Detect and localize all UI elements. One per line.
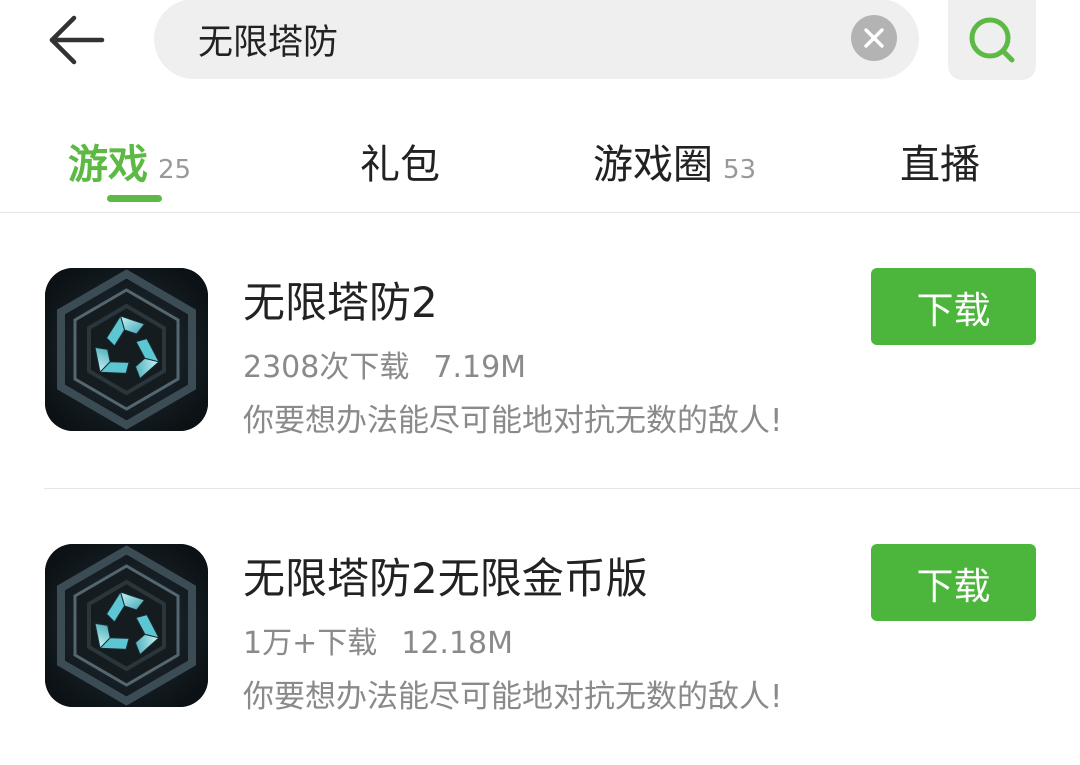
top-bar — [0, 0, 1080, 96]
tab-count: 53 — [723, 155, 757, 185]
tab-gift-packs[interactable]: 礼包 — [360, 132, 440, 204]
game-meta: 1万+下载 12.18M — [243, 618, 513, 662]
file-size: 12.18M — [401, 626, 514, 661]
tab-label: 直播 — [900, 142, 980, 188]
download-button[interactable]: 下载 — [871, 544, 1036, 621]
tab-games[interactable]: 游戏 25 — [68, 132, 191, 204]
file-size: 7.19M — [433, 350, 527, 385]
tab-label: 礼包 — [360, 142, 440, 188]
game-title: 无限塔防2 — [243, 278, 438, 327]
download-button[interactable]: 下载 — [871, 268, 1036, 345]
close-icon — [864, 28, 884, 48]
game-icon — [45, 268, 208, 431]
tab-live[interactable]: 直播 — [900, 132, 980, 204]
tab-count: 25 — [158, 155, 192, 185]
search-icon — [969, 17, 1015, 63]
game-meta: 2308次下载 7.19M — [243, 342, 526, 386]
clear-search-button[interactable] — [851, 15, 897, 61]
tab-label: 游戏圈 — [593, 142, 713, 188]
search-input[interactable] — [198, 11, 828, 67]
search-box — [154, 0, 919, 79]
download-count: 1万+下载 — [243, 626, 378, 661]
arrow-left-icon — [49, 15, 105, 65]
tab-game-circle[interactable]: 游戏圈 53 — [593, 132, 756, 204]
search-button[interactable] — [948, 0, 1036, 80]
download-count: 2308次下载 — [243, 350, 410, 385]
game-description: 你要想办法能尽可能地对抗无数的敌人! — [243, 403, 783, 439]
game-list-item[interactable]: 无限塔防2无限金币版 1万+下载 12.18M 你要想办法能尽可能地对抗无数的敌人… — [0, 489, 1080, 765]
game-icon — [45, 544, 208, 707]
game-title: 无限塔防2无限金币版 — [243, 554, 648, 603]
back-button[interactable] — [34, 2, 118, 78]
game-list-item[interactable]: 无限塔防2 2308次下载 7.19M 你要想办法能尽可能地对抗无数的敌人! 下载 — [0, 213, 1080, 489]
game-description: 你要想办法能尽可能地对抗无数的敌人! — [243, 679, 783, 715]
category-tabs: 游戏 25 礼包 游戏圈 53 直播 — [0, 120, 1080, 212]
active-tab-indicator — [107, 195, 162, 202]
tab-label: 游戏 — [68, 142, 148, 188]
